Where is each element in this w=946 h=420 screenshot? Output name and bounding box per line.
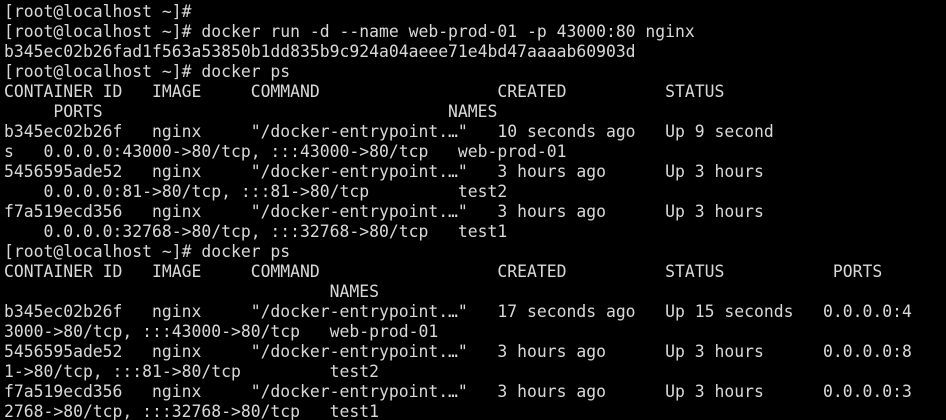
terminal-line: f7a519ecd356 nginx "/docker-entrypoint.…… — [4, 382, 912, 401]
terminal-line: 5456595ade52 nginx "/docker-entrypoint.…… — [4, 342, 912, 361]
terminal-line: 2768->80/tcp, :::32768->80/tcp test1 — [4, 402, 379, 420]
terminal-line: b345ec02b26f nginx "/docker-entrypoint.…… — [4, 302, 912, 321]
terminal-line: 5456595ade52 nginx "/docker-entrypoint.…… — [4, 162, 764, 181]
terminal-line: [root@localhost ~]# docker ps — [4, 62, 291, 81]
terminal-line: b345ec02b26fad1f563a53850b1dd835b9c924a0… — [4, 42, 636, 61]
terminal-line: 1->80/tcp, :::81->80/tcp test2 — [4, 362, 379, 381]
terminal-line: CONTAINER ID IMAGE COMMAND CREATED STATU… — [4, 82, 725, 101]
terminal-line: [root@localhost ~]# docker ps — [4, 242, 291, 261]
terminal-window[interactable]: [root@localhost ~]# [root@localhost ~]# … — [0, 0, 946, 420]
terminal-line: CONTAINER ID IMAGE COMMAND CREATED STATU… — [4, 262, 883, 281]
terminal-line: 0.0.0.0:81->80/tcp, :::81->80/tcp test2 — [4, 182, 508, 201]
terminal-line: PORTS NAMES — [4, 102, 498, 121]
terminal-line: NAMES — [4, 282, 379, 301]
terminal-line: s 0.0.0.0:43000->80/tcp, :::43000->80/tc… — [4, 142, 567, 161]
terminal-line: f7a519ecd356 nginx "/docker-entrypoint.…… — [4, 202, 764, 221]
terminal-line: [root@localhost ~]# docker run -d --name… — [4, 22, 695, 41]
terminal-line: [root@localhost ~]# — [4, 2, 192, 21]
terminal-line: 3000->80/tcp, :::43000->80/tcp web-prod-… — [4, 322, 439, 341]
terminal-line: b345ec02b26f nginx "/docker-entrypoint.…… — [4, 122, 774, 141]
terminal-line: 0.0.0.0:32768->80/tcp, :::32768->80/tcp … — [4, 222, 508, 241]
